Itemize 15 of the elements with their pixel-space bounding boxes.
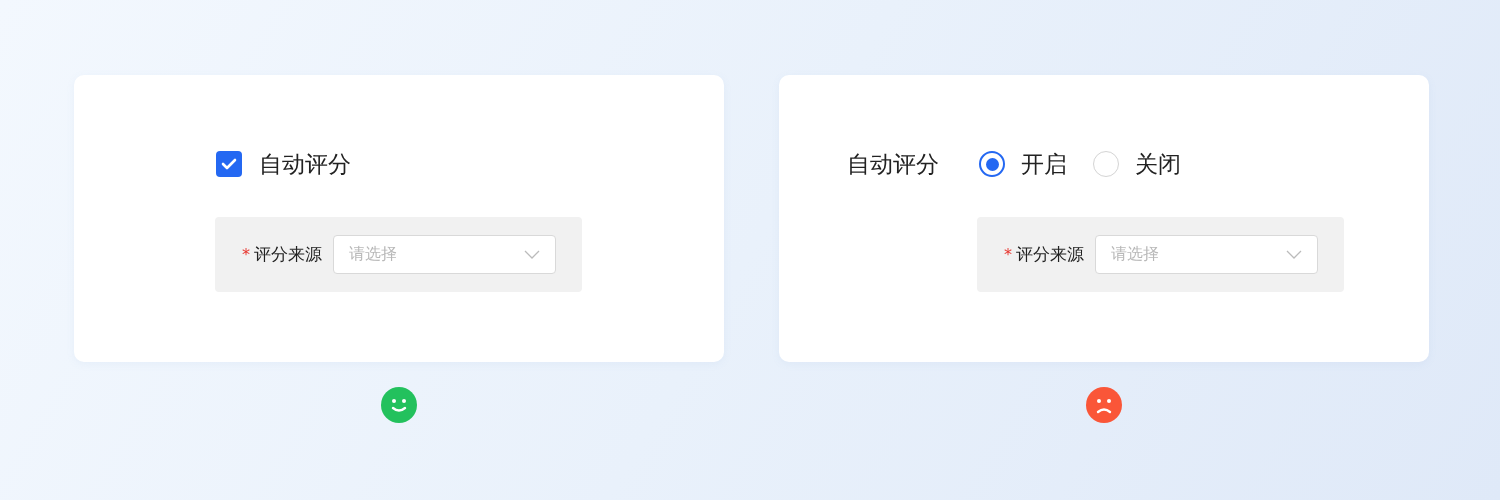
chevron-down-icon [524,250,540,259]
checkbox[interactable] [216,151,242,177]
smiley-face-icon [381,387,417,423]
field-label: 评分来源 [1016,243,1084,266]
sad-face-icon [1086,387,1122,423]
setting-label: 自动评分 [847,149,940,179]
field-label: 评分来源 [254,243,322,266]
radio-label[interactable]: 关闭 [1135,148,1181,180]
check-icon [221,158,237,170]
required-mark: * [242,245,250,264]
checkbox-label[interactable]: 自动评分 [259,148,351,180]
required-mark: * [1004,245,1012,264]
radio-label[interactable]: 开启 [1021,148,1067,180]
chevron-down-icon [1286,250,1302,259]
radio-button[interactable] [979,151,1005,177]
